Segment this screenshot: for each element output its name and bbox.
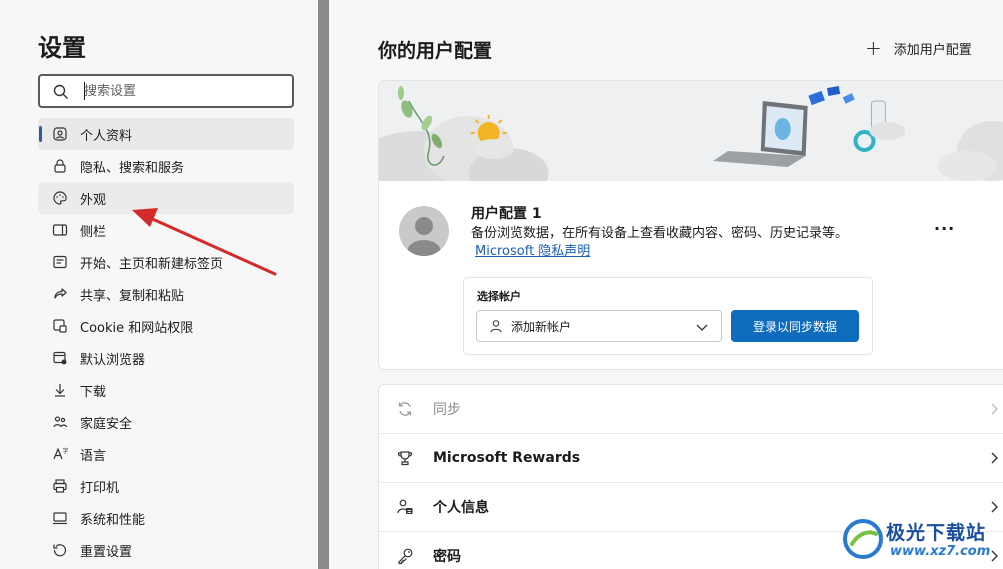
home-icon <box>52 254 68 270</box>
profile-card: 用户配置 1 备份浏览数据，在所有设备上查看收藏内容、密码、历史记录等。 Micr… <box>378 80 1003 370</box>
account-label: 选择帐户 <box>477 290 521 303</box>
personal-info-icon <box>395 497 415 517</box>
more-options-button[interactable]: ··· <box>934 219 955 238</box>
add-profile-button[interactable]: + 添加用户配置 <box>865 38 972 58</box>
language-icon: 字 <box>52 446 68 462</box>
row-label: 同步 <box>433 402 461 418</box>
settings-title: 设置 <box>38 34 86 62</box>
lock-icon <box>52 158 68 174</box>
system-icon <box>52 510 68 526</box>
family-icon <box>52 414 68 430</box>
main-content: 你的用户配置 + 添加用户配置 用户配置 1 备份浏览数据，在所有设备上查看收藏… <box>329 0 1003 569</box>
row-microsoft-rewards[interactable]: Microsoft Rewards <box>379 434 1003 483</box>
nav-label: 个人资料 <box>80 128 133 144</box>
key-icon <box>395 546 415 566</box>
row-label: 个人信息 <box>433 500 489 516</box>
chevron-down-icon <box>696 324 708 331</box>
annotation-arrow <box>132 208 277 276</box>
pane-divider[interactable] <box>318 0 329 569</box>
profile-icon <box>52 126 68 142</box>
row-sync[interactable]: 同步 <box>379 385 1003 434</box>
nav-label: 系统和性能 <box>80 512 146 528</box>
chevron-right-icon <box>991 403 998 415</box>
person-icon <box>490 320 502 333</box>
watermark-logo-icon <box>843 519 883 559</box>
nav-item-privacy[interactable]: 隐私、搜索和服务 <box>38 150 294 182</box>
search-icon <box>53 84 68 99</box>
nav-item-cookies[interactable]: Cookie 和网站权限 <box>38 310 294 342</box>
account-dropdown-value: 添加新帐户 <box>511 319 572 334</box>
account-dropdown[interactable]: 添加新帐户 <box>476 310 722 342</box>
share-icon <box>52 286 68 302</box>
nav-item-default-browser[interactable]: 默认浏览器 <box>38 342 294 374</box>
sign-in-sync-button[interactable]: 登录以同步数据 <box>731 310 859 342</box>
nav-item-language[interactable]: 字 语言 <box>38 438 294 470</box>
add-profile-label: 添加用户配置 <box>893 42 972 58</box>
watermark-url: www.xz7.com <box>890 544 991 559</box>
nav-label: Cookie 和网站权限 <box>80 320 194 336</box>
privacy-statement-link[interactable]: Microsoft 隐私声明 <box>475 244 590 259</box>
search-box[interactable] <box>38 74 294 108</box>
nav-item-profile[interactable]: 个人资料 <box>38 118 294 150</box>
settings-nav: 个人资料 隐私、搜索和服务 外观 侧栏 开始、主页和新建标签页 共享、复制和粘贴… <box>38 118 294 566</box>
row-label: 密码 <box>433 549 461 565</box>
nav-label: 打印机 <box>80 480 120 496</box>
account-picker: 选择帐户 添加新帐户 登录以同步数据 <box>463 277 873 355</box>
nav-item-system[interactable]: 系统和性能 <box>38 502 294 534</box>
nav-label: 下载 <box>80 384 107 400</box>
nav-label: 外观 <box>80 192 107 208</box>
svg-text:字: 字 <box>63 447 69 455</box>
palette-icon <box>52 190 68 206</box>
nav-label: 默认浏览器 <box>80 352 146 368</box>
settings-window: 设置 个人资料 隐私、搜索和服务 <box>0 0 1003 569</box>
nav-item-reset[interactable]: 重置设置 <box>38 534 294 566</box>
profile-name: 用户配置 1 <box>471 206 542 222</box>
printer-icon <box>52 478 68 494</box>
page-title: 你的用户配置 <box>378 40 493 62</box>
reset-icon <box>52 542 68 558</box>
cookie-icon <box>52 318 68 334</box>
sidebar-icon <box>52 222 68 238</box>
profile-description: 备份浏览数据，在所有设备上查看收藏内容、密码、历史记录等。 Microsoft 隐… <box>471 225 861 261</box>
nav-label: 家庭安全 <box>80 416 133 432</box>
nav-label: 侧栏 <box>80 224 107 240</box>
trophy-icon <box>395 448 415 468</box>
sync-icon <box>395 399 415 419</box>
nav-label: 语言 <box>80 448 107 464</box>
search-input[interactable] <box>84 80 284 102</box>
avatar[interactable] <box>399 206 449 256</box>
plus-icon: + <box>865 36 882 60</box>
nav-item-printers[interactable]: 打印机 <box>38 470 294 502</box>
watermark: 极光下载站 www.xz7.com <box>838 512 1003 569</box>
watermark-name: 极光下载站 <box>886 522 987 544</box>
row-label: Microsoft Rewards <box>433 450 581 466</box>
browser-icon <box>52 350 68 366</box>
nav-item-downloads[interactable]: 下载 <box>38 374 294 406</box>
profile-description-text: 备份浏览数据，在所有设备上查看收藏内容、密码、历史记录等。 <box>471 226 849 241</box>
nav-label: 隐私、搜索和服务 <box>80 160 185 176</box>
nav-item-family[interactable]: 家庭安全 <box>38 406 294 438</box>
chevron-right-icon <box>991 452 998 464</box>
profile-banner-illustration <box>379 81 1003 181</box>
nav-label: 重置设置 <box>80 544 133 560</box>
download-icon <box>52 382 68 398</box>
